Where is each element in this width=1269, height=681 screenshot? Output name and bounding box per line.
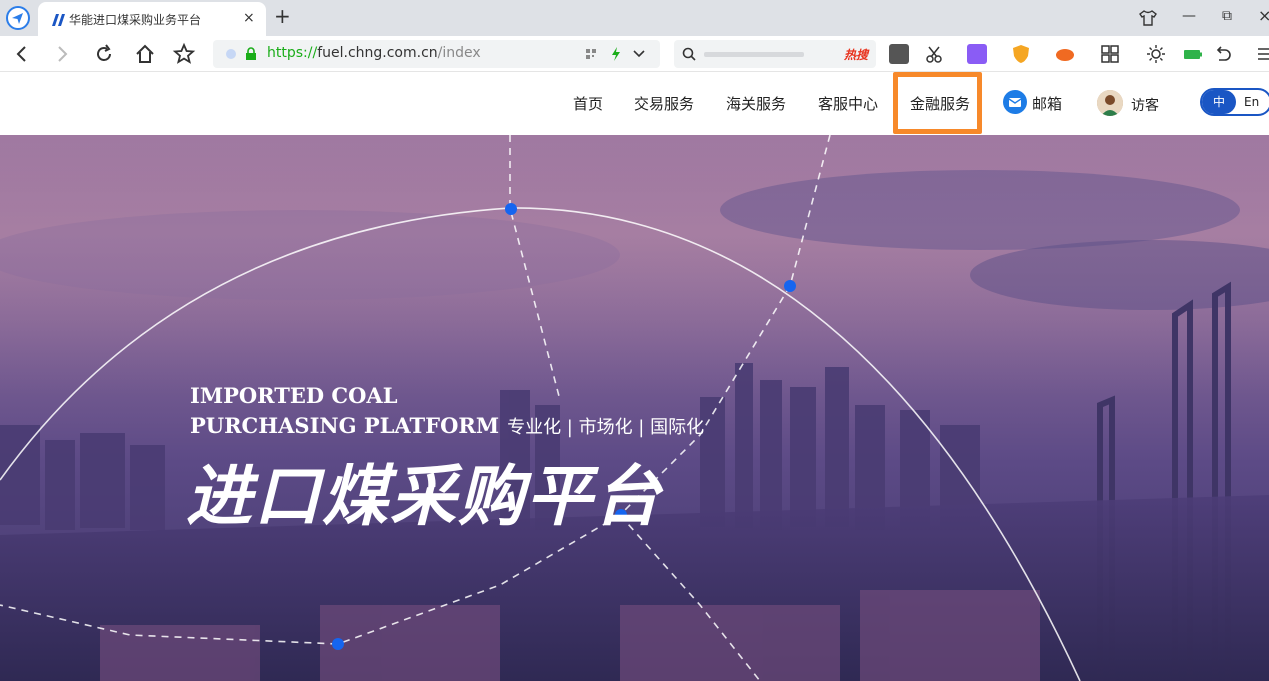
lang-zh-option[interactable]: 中 <box>1202 90 1236 114</box>
url-host: fuel.chng.com.cn <box>317 45 438 61</box>
url-text[interactable]: https://fuel.chng.com.cn/index <box>267 45 481 61</box>
home-icon[interactable] <box>133 42 157 66</box>
new-tab-button[interactable]: + <box>274 4 291 28</box>
nav-item-customs-service[interactable]: 海关服务 <box>726 93 786 114</box>
url-scheme: https:// <box>267 45 318 61</box>
visitor-label[interactable]: 访客 <box>1131 95 1159 115</box>
hero-banner: IMPORTED COAL PURCHASING PLATFORM 专业化 | 市… <box>0 135 1269 681</box>
hero-en-line2: PURCHASING PLATFORM <box>190 413 500 438</box>
reader-icon[interactable] <box>889 44 909 64</box>
hero-chinese-title: 进口煤采购平台 <box>186 458 662 535</box>
browser-tab-bar: 华能进口煤采购业务平台 × + — ⧉ × <box>0 0 1269 36</box>
qr-code-icon[interactable] <box>585 48 597 60</box>
mail-label[interactable]: 邮箱 <box>1032 93 1062 114</box>
tab-close-icon[interactable]: × <box>243 10 255 26</box>
forward-icon[interactable] <box>50 42 74 66</box>
site-header: 首页 交易服务 海关服务 客服中心 金融服务 邮箱 访客 中 En <box>0 72 1269 135</box>
search-placeholder-blurred <box>704 52 804 57</box>
close-window-button[interactable]: × <box>1258 6 1269 25</box>
browser-toolbar: https://fuel.chng.com.cn/index 热搜 <box>0 36 1269 72</box>
nav-item-home[interactable]: 首页 <box>573 93 603 114</box>
nav-item-customer-center[interactable]: 客服中心 <box>818 93 878 114</box>
chevron-down-icon[interactable] <box>633 49 645 59</box>
arc-node-4 <box>332 638 344 650</box>
apps-grid-icon[interactable] <box>1100 44 1120 64</box>
hot-search-label[interactable]: 热搜 <box>844 46 868 63</box>
restore-button[interactable]: ⧉ <box>1222 8 1232 24</box>
search-icon[interactable] <box>682 47 696 61</box>
hero-en-line2-wrap: PURCHASING PLATFORM 专业化 | 市场化 | 国际化 <box>190 411 704 443</box>
lock-icon <box>246 47 256 60</box>
url-path: /index <box>437 45 481 61</box>
browser-tab-active[interactable]: 华能进口煤采购业务平台 × <box>38 2 266 36</box>
mail-icon[interactable] <box>1003 90 1027 114</box>
browser-logo-icon[interactable] <box>6 6 30 30</box>
battery-icon[interactable] <box>1183 44 1203 64</box>
shirt-icon[interactable] <box>1139 9 1157 27</box>
hero-en-line1: IMPORTED COAL <box>190 383 398 408</box>
language-toggle[interactable]: 中 En <box>1200 88 1269 116</box>
game-icon[interactable] <box>1055 44 1075 64</box>
translate-icon[interactable] <box>967 44 987 64</box>
site-favicon-icon <box>52 14 65 26</box>
address-bar[interactable]: https://fuel.chng.com.cn/index <box>213 40 660 68</box>
hero-tags: 专业化 | 市场化 | 国际化 <box>507 417 705 438</box>
lang-en-option[interactable]: En <box>1244 90 1259 114</box>
coupon-shield-icon[interactable] <box>1011 44 1031 64</box>
lightning-icon[interactable] <box>611 47 621 61</box>
minimize-button[interactable]: — <box>1182 8 1196 24</box>
brightness-icon[interactable] <box>1146 44 1166 64</box>
back-icon[interactable] <box>10 42 34 66</box>
hero-english-title: IMPORTED COAL PURCHASING PLATFORM 专业化 | 市… <box>190 381 704 443</box>
scissors-icon[interactable] <box>925 44 945 64</box>
arc-node-2 <box>784 280 796 292</box>
nav-item-finance-service[interactable]: 金融服务 <box>910 93 970 114</box>
avatar[interactable] <box>1097 90 1123 116</box>
menu-icon[interactable] <box>1256 44 1269 64</box>
tab-title: 华能进口煤采购业务平台 <box>69 13 202 27</box>
arc-node-1 <box>505 203 517 215</box>
bookmark-star-icon[interactable] <box>172 42 196 66</box>
nav-item-trade-service[interactable]: 交易服务 <box>634 93 694 114</box>
reload-icon[interactable] <box>92 42 116 66</box>
undo-icon[interactable] <box>1213 44 1233 64</box>
search-box[interactable]: 热搜 <box>674 40 876 68</box>
site-info-icon[interactable] <box>225 48 237 60</box>
